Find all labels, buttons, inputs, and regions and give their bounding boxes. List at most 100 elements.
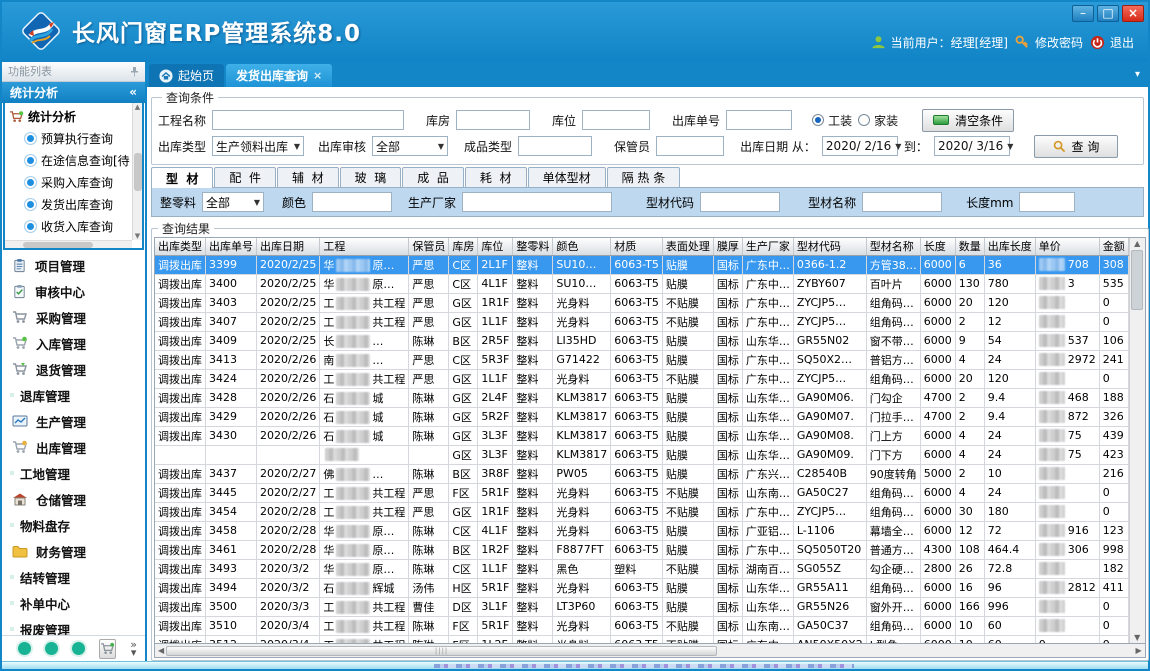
grid-horizontal-scrollbar[interactable]: ◀||||▶ bbox=[154, 644, 1146, 658]
column-header-color[interactable]: 颜色 bbox=[553, 238, 611, 255]
column-header-whole[interactable]: 整零料 bbox=[513, 238, 553, 255]
table-row[interactable]: 调拨出库34542020/2/28工共工程严思G区1R1F整料光身料6063-T… bbox=[155, 502, 1128, 521]
tab-close-icon[interactable]: × bbox=[313, 69, 322, 82]
manufacturer-input[interactable] bbox=[462, 192, 612, 212]
column-header-surf[interactable]: 表面处理 bbox=[662, 238, 713, 255]
column-header-name[interactable]: 型材名称 bbox=[866, 238, 920, 255]
clear-conditions-button[interactable]: 清空条件 bbox=[922, 109, 1014, 132]
collapse-icon[interactable]: « bbox=[129, 85, 137, 99]
column-header-mfr[interactable]: 生产厂家 bbox=[742, 238, 793, 255]
sidebar-item-7[interactable]: 出库管理 bbox=[2, 434, 145, 460]
material-tab-5[interactable]: 耗 材 bbox=[465, 167, 527, 187]
sidebar-item-6[interactable]: 生产管理 bbox=[2, 408, 145, 434]
table-row[interactable]: 调拨出库34452020/2/27工共工程严思F区5R1F整料光身料6063-T… bbox=[155, 483, 1128, 502]
column-header-no[interactable]: 出库单号 bbox=[206, 238, 257, 255]
sidebar-item-9[interactable]: 仓储管理 bbox=[2, 486, 145, 512]
sidebar-item-1[interactable]: 审核中心 bbox=[2, 278, 145, 304]
search-button[interactable]: 查 询 bbox=[1034, 135, 1118, 158]
sidebar-item-12[interactable]: 结转管理 bbox=[2, 564, 145, 590]
tree-item-1[interactable]: 在途信息查询[待 bbox=[9, 149, 131, 171]
material-tab-3[interactable]: 玻 璃 bbox=[340, 167, 402, 187]
column-header-date[interactable]: 出库日期 bbox=[257, 238, 320, 255]
column-header-keeper[interactable]: 保管员 bbox=[409, 238, 449, 255]
sidebar-item-13[interactable]: 补单中心 bbox=[2, 590, 145, 616]
sidebar-item-11[interactable]: 财务管理 bbox=[2, 538, 145, 564]
radio-jiazhuang[interactable]: 家装 bbox=[858, 112, 898, 129]
profile-code-input[interactable] bbox=[700, 192, 780, 212]
column-header-loc[interactable]: 库位 bbox=[478, 238, 513, 255]
column-header-amt[interactable]: 金额 bbox=[1099, 238, 1128, 255]
table-row[interactable]: 调拨出库34292020/2/26石城陈琳G区5R2F整料KLM38176063… bbox=[155, 407, 1128, 426]
table-row[interactable]: 调拨出库34932020/3/2华原…陈琳C区1L1F整料黑色塑料不贴膜国标湖南… bbox=[155, 559, 1128, 578]
table-row[interactable]: 调拨出库35102020/3/4工共工程陈琳F区5R1F整料光身料6063-T5… bbox=[155, 616, 1128, 635]
table-row[interactable]: 调拨出库34942020/3/2石辉城汤伟H区5R1F整料光身料6063-T5贴… bbox=[155, 578, 1128, 597]
table-row[interactable]: 调拨出库34132020/2/26南…严思C区5R3F整料G714226063-… bbox=[155, 350, 1128, 369]
date-from-select[interactable]: 2020/ 2/16▼ bbox=[822, 136, 898, 156]
column-header-film[interactable]: 膜厚 bbox=[713, 238, 742, 255]
sidebar-item-2[interactable]: 采购管理 bbox=[2, 304, 145, 330]
column-header-mat[interactable]: 材质 bbox=[611, 238, 663, 255]
column-header-out_len[interactable]: 出库长度 bbox=[984, 238, 1035, 255]
tab-shipment-query[interactable]: 发货出库查询 × bbox=[226, 64, 332, 87]
material-tab-0[interactable]: 型 材 bbox=[151, 167, 213, 188]
quick-dot-icon[interactable] bbox=[45, 642, 58, 655]
cart-quick-button[interactable] bbox=[99, 639, 116, 659]
table-row[interactable]: G区3L3F整料KLM38176063-T5贴膜国标山东华…GA90M09.门下… bbox=[155, 445, 1128, 464]
project-name-input[interactable] bbox=[212, 110, 404, 130]
material-tab-1[interactable]: 配 件 bbox=[214, 167, 276, 187]
keeper-input[interactable] bbox=[656, 136, 724, 156]
radio-gongzhuang[interactable]: 工装 bbox=[812, 112, 852, 129]
table-row[interactable]: 调拨出库34242020/2/26工共工程严思G区1L1F整料光身料6063-T… bbox=[155, 369, 1128, 388]
tree-item-0[interactable]: 预算执行查询 bbox=[9, 127, 131, 149]
logout-button[interactable]: 退出 bbox=[1090, 34, 1134, 51]
column-header-type[interactable]: 出库类型 bbox=[155, 238, 206, 255]
tree-root-statistics[interactable]: 统计分析 bbox=[9, 106, 131, 127]
table-row[interactable]: 调拨出库34582020/2/28华原…陈琳C区4L1F整料光身料6063-T5… bbox=[155, 521, 1128, 540]
table-row[interactable]: 调拨出库34092020/2/25长…陈琳B区2R5F整料LI35HD6063-… bbox=[155, 331, 1128, 350]
material-tab-4[interactable]: 成 品 bbox=[402, 167, 464, 187]
profile-name-input[interactable] bbox=[862, 192, 942, 212]
tab-home[interactable]: 起始页 bbox=[149, 64, 224, 87]
section-header-statistics[interactable]: 统计分析 « bbox=[2, 82, 145, 104]
quick-dot-icon[interactable] bbox=[18, 642, 31, 655]
close-button[interactable]: × bbox=[1122, 5, 1144, 22]
column-header-qty[interactable]: 数量 bbox=[955, 238, 984, 255]
date-to-select[interactable]: 2020/ 3/16▼ bbox=[934, 136, 1010, 156]
table-row[interactable]: 调拨出库33992020/2/25华原…严思C区2L1F整料SU10…6063-… bbox=[155, 255, 1128, 274]
sidebar-item-0[interactable]: 项目管理 bbox=[2, 252, 145, 278]
table-row[interactable]: 调拨出库34372020/2/27佛…陈琳B区3R8F整料PW056063-T5… bbox=[155, 464, 1128, 483]
table-row[interactable]: 调拨出库34612020/2/28华原…陈琳B区1R2F整料F8877FT606… bbox=[155, 540, 1128, 559]
outbound-type-select[interactable]: 生产领料出库▼ bbox=[212, 136, 304, 156]
table-row[interactable]: 调拨出库34002020/2/25华原…严思C区4L1F整料SU10…6063-… bbox=[155, 274, 1128, 293]
grid-vertical-scrollbar[interactable]: ▲▼ bbox=[1129, 238, 1145, 643]
sidebar-item-14[interactable]: 报废管理 bbox=[2, 616, 145, 635]
change-password-button[interactable]: 修改密码 bbox=[1015, 34, 1083, 51]
material-tab-7[interactable]: 隔 热 条 bbox=[607, 167, 681, 187]
sidebar-item-10[interactable]: 物料盘存 bbox=[2, 512, 145, 538]
audit-select[interactable]: 全部▼ bbox=[372, 136, 448, 156]
column-header-price[interactable]: 单价 bbox=[1035, 238, 1099, 255]
tab-list-caret-icon[interactable]: ▾ bbox=[1135, 69, 1140, 80]
tree-item-4[interactable]: 收货入库查询 bbox=[9, 215, 131, 237]
column-header-proj[interactable]: 工程 bbox=[320, 238, 409, 255]
order-no-input[interactable] bbox=[726, 110, 792, 130]
column-header-wh[interactable]: 库房 bbox=[449, 238, 478, 255]
product-type-input[interactable] bbox=[518, 136, 592, 156]
sidebar-item-5[interactable]: 退库管理 bbox=[2, 382, 145, 408]
table-row[interactable]: 调拨出库35122020/3/4工共工程陈琳F区1L2F整料光身料6063-T5… bbox=[155, 635, 1128, 643]
pin-icon[interactable] bbox=[130, 66, 139, 77]
maximize-button[interactable]: □ bbox=[1097, 5, 1119, 22]
quick-dot-icon[interactable] bbox=[72, 642, 85, 655]
tree-item-3[interactable]: 发货出库查询 bbox=[9, 193, 131, 215]
minimize-button[interactable]: – bbox=[1072, 5, 1094, 22]
location-input[interactable] bbox=[582, 110, 650, 130]
column-header-len[interactable]: 长度 bbox=[920, 238, 955, 255]
sidebar-item-3[interactable]: 入库管理 bbox=[2, 330, 145, 356]
table-row[interactable]: 调拨出库35002020/3/3工共工程曹佳D区3L1F整料LT3P606063… bbox=[155, 597, 1128, 616]
column-header-code[interactable]: 型材代码 bbox=[793, 238, 866, 255]
tree-vertical-scrollbar[interactable]: ▲▼ bbox=[132, 103, 142, 240]
warehouse-input[interactable] bbox=[456, 110, 530, 130]
sidebar-item-8[interactable]: 工地管理 bbox=[2, 460, 145, 486]
material-tab-2[interactable]: 辅 材 bbox=[277, 167, 339, 187]
whole-part-select[interactable]: 全部▼ bbox=[202, 192, 264, 212]
